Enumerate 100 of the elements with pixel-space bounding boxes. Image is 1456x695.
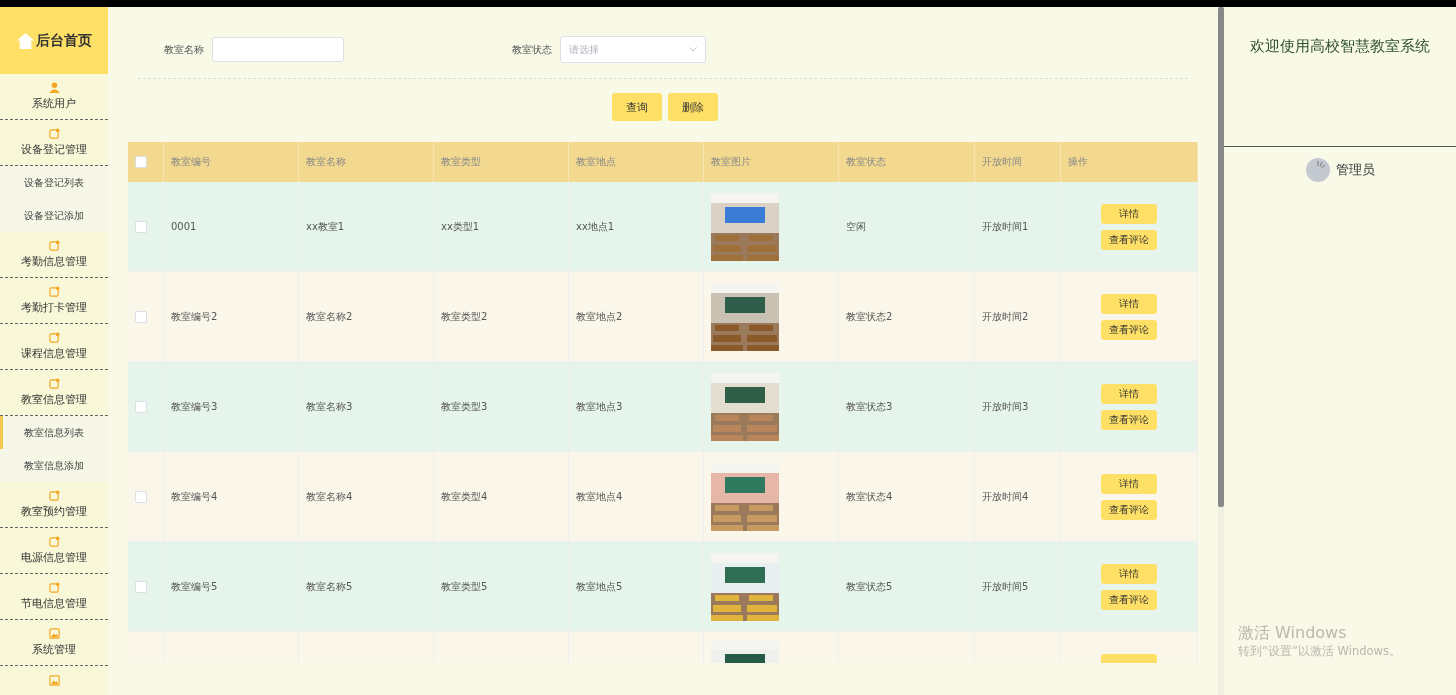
home-title: 后台首页 xyxy=(35,31,92,50)
detail-button[interactable]: 详情 xyxy=(1101,473,1157,494)
table-cell: 空闲 xyxy=(846,219,866,234)
submenu-label: 教室信息列表 xyxy=(24,425,84,440)
table-cell: 教室类型5 xyxy=(441,579,488,594)
delete-button[interactable]: 删除 xyxy=(667,93,718,121)
submenu-item[interactable]: 设备登记添加 xyxy=(0,199,108,232)
row-checkbox[interactable] xyxy=(135,220,147,233)
comments-button[interactable]: 查看评论 xyxy=(1101,589,1157,610)
row-checkbox[interactable] xyxy=(135,580,147,593)
submenu-item[interactable]: 设备登记列表 xyxy=(0,166,108,199)
chevron-down-icon xyxy=(689,47,697,52)
menu-group[interactable]: 电源信息管理 xyxy=(0,528,108,574)
table-cell: 教室编号3 xyxy=(171,399,218,414)
column-header: 教室地点 xyxy=(576,155,616,169)
table-cell: 开放时间3 xyxy=(982,399,1029,414)
detail-button[interactable]: 详情 xyxy=(1101,203,1157,224)
submenu-item[interactable]: 教室信息添加 xyxy=(0,449,108,482)
table-cell: 教室类型3 xyxy=(441,399,488,414)
menu-label: 电源信息管理 xyxy=(21,550,87,565)
comments-button[interactable]: 查看评论 xyxy=(1101,409,1157,430)
note-icon xyxy=(48,582,60,593)
activation-title: 激活 Windows xyxy=(1238,623,1348,644)
table-cell: 教室名称3 xyxy=(306,399,353,414)
table-cell: 教室地点4 xyxy=(576,489,623,504)
table-cell: 教室状态2 xyxy=(846,309,893,324)
menu-label: 考勤打卡管理 xyxy=(21,300,87,315)
menu-group[interactable]: 节电信息管理 xyxy=(0,574,108,620)
loading-avatar-icon xyxy=(1305,158,1330,182)
table-cell: 教室状态3 xyxy=(846,399,893,414)
column-header: 教室类型 xyxy=(441,155,481,169)
table-cell: 教室地点2 xyxy=(576,309,623,324)
note-icon xyxy=(48,536,60,547)
table-cell: 开放时间5 xyxy=(982,579,1029,594)
table-cell: 开放时间4 xyxy=(982,489,1029,504)
table-cell: 开放时间1 xyxy=(982,219,1029,234)
select-all-checkbox[interactable] xyxy=(135,156,147,168)
note-icon xyxy=(48,128,60,139)
detail-button[interactable]: 详情 xyxy=(1101,383,1157,404)
menu-group[interactable]: 系统管理 xyxy=(0,620,108,666)
menu-group[interactable]: 课程信息管理 xyxy=(0,324,108,370)
column-header: 开放时间 xyxy=(982,155,1022,169)
table-cell: xx教室1 xyxy=(306,219,345,234)
image-icon xyxy=(48,674,60,686)
filter-label: 教室状态 xyxy=(512,42,552,57)
column-header: 教室编号 xyxy=(171,155,211,169)
note-icon xyxy=(48,240,60,251)
submenu-label: 设备登记列表 xyxy=(24,175,84,190)
menu-label: 考勤信息管理 xyxy=(21,254,87,269)
menu-group[interactable]: 考勤信息管理 xyxy=(0,232,108,278)
user-icon xyxy=(48,82,60,93)
table-cell: 教室地点5 xyxy=(576,579,623,594)
table-cell: 教室编号5 xyxy=(171,579,218,594)
menu-group[interactable]: 教室预约管理 xyxy=(0,482,108,528)
row-checkbox[interactable] xyxy=(135,310,147,323)
menu-label: 节电信息管理 xyxy=(21,596,87,611)
table-cell: 教室名称5 xyxy=(306,579,353,594)
user-name: 管理员 xyxy=(1335,161,1375,179)
menu-label: 教室预约管理 xyxy=(21,504,87,519)
menu-label: 系统管理 xyxy=(32,642,76,657)
table-cell: 教室编号2 xyxy=(171,309,218,324)
menu-group[interactable]: 考勤打卡管理 xyxy=(0,278,108,324)
comments-button[interactable]: 查看评论 xyxy=(1101,229,1157,250)
search-button[interactable]: 查询 xyxy=(611,93,662,121)
welcome-text: 欢迎使用高校智慧教室系统 xyxy=(1250,37,1430,56)
table-cell: 开放时间2 xyxy=(982,309,1029,324)
table-cell: 教室名称2 xyxy=(306,309,353,324)
table-cell: 教室状态4 xyxy=(846,489,893,504)
table-cell: 0001 xyxy=(171,221,197,232)
row-checkbox[interactable] xyxy=(135,490,147,503)
table-cell: xx类型1 xyxy=(441,219,480,234)
table-cell: 教室名称4 xyxy=(306,489,353,504)
comments-button[interactable]: 查看评论 xyxy=(1101,319,1157,340)
detail-button[interactable]: 详情 xyxy=(1101,293,1157,314)
submenu-label: 设备登记添加 xyxy=(24,208,84,223)
home-icon xyxy=(16,32,34,49)
detail-button[interactable]: 详情 xyxy=(1101,563,1157,584)
submenu-item[interactable]: 教室信息列表 xyxy=(0,416,108,449)
note-icon xyxy=(48,378,60,389)
table-cell: 教室状态5 xyxy=(846,579,893,594)
image-icon xyxy=(48,628,60,639)
note-icon xyxy=(48,332,60,343)
column-header: 操作 xyxy=(1068,155,1088,169)
column-header: 教室状态 xyxy=(846,155,886,169)
note-icon xyxy=(48,490,60,501)
menu-label: 系统用户 xyxy=(32,96,76,111)
filter-label: 教室名称 xyxy=(164,42,204,57)
home-link[interactable]: 后台首页 xyxy=(0,7,108,74)
name-input[interactable] xyxy=(212,37,344,62)
column-header: 教室名称 xyxy=(306,155,346,169)
scrollbar-thumb[interactable] xyxy=(1218,7,1224,507)
column-header: 教室图片 xyxy=(711,155,751,169)
comments-button[interactable]: 查看评论 xyxy=(1101,499,1157,520)
table-cell: 教室类型2 xyxy=(441,309,488,324)
menu-group[interactable]: 系统用户 xyxy=(0,74,108,120)
submenu-label: 教室信息添加 xyxy=(24,458,84,473)
table-cell: 教室编号4 xyxy=(171,489,218,504)
row-checkbox[interactable] xyxy=(135,400,147,413)
menu-label: 教室信息管理 xyxy=(21,392,87,407)
menu-label: 课程信息管理 xyxy=(21,346,87,361)
